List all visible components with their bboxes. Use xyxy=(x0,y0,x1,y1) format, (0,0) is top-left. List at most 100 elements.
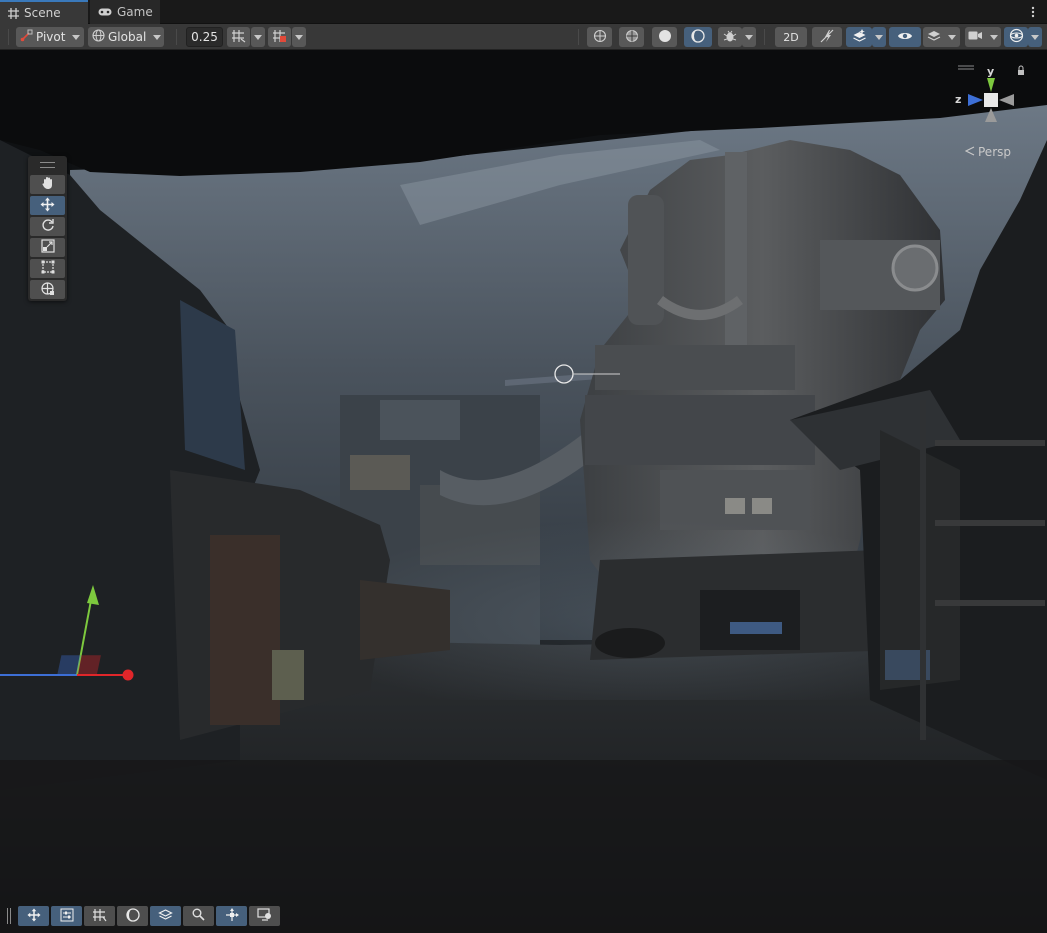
grid-hash-icon xyxy=(8,7,19,19)
light-off-icon xyxy=(820,29,834,46)
camera-overlay-button[interactable] xyxy=(249,906,280,926)
shaded-wireframe-sphere-icon xyxy=(625,29,639,46)
increment-snap-dropdown[interactable] xyxy=(292,27,306,47)
scene-render xyxy=(0,50,1047,933)
scene-fx-dropdown[interactable] xyxy=(872,27,886,47)
tab-game[interactable]: Game xyxy=(90,0,160,24)
pivot-dropdown[interactable]: Pivot xyxy=(16,27,84,47)
grid-snap-icon xyxy=(231,29,246,46)
video-camera-icon xyxy=(968,30,983,44)
global-dropdown[interactable]: Global xyxy=(88,27,164,47)
rect-tool-button[interactable] xyxy=(30,259,65,278)
chevron-down-icon xyxy=(875,34,883,40)
gizmo-orbit-icon xyxy=(1009,28,1024,46)
lighting-toggle[interactable] xyxy=(812,27,842,47)
toolbar-separator xyxy=(578,29,579,45)
chevron-down-icon xyxy=(295,34,303,40)
move-tool-button[interactable] xyxy=(30,196,65,215)
toggle-2d-label: 2D xyxy=(783,30,799,44)
hand-tool-button[interactable] xyxy=(30,175,65,194)
search-icon xyxy=(192,908,205,924)
shaded-button[interactable] xyxy=(652,27,677,47)
gamepad-icon xyxy=(98,7,112,17)
chevron-down-icon xyxy=(153,34,162,40)
scene-fx-toggle[interactable] xyxy=(846,27,872,47)
search-overlay-button[interactable] xyxy=(183,906,214,926)
scene-viewport[interactable]: y z Persp xyxy=(0,50,1047,933)
eye-icon xyxy=(897,30,913,45)
shaded-sphere-icon xyxy=(658,29,672,46)
rect-transform-icon xyxy=(41,260,55,277)
toggle-2d-button[interactable]: 2D xyxy=(775,27,807,47)
chevron-down-icon xyxy=(1031,34,1039,40)
lighting-overlay-button[interactable] xyxy=(117,906,148,926)
camera-monitor-icon xyxy=(257,908,272,924)
bottom-overlay-toolbar xyxy=(7,905,283,927)
pivot-icon xyxy=(20,29,33,45)
persp-label: Persp xyxy=(978,145,1011,159)
scale-icon xyxy=(40,239,55,256)
lighting-sphere-icon xyxy=(125,907,140,925)
grid-and-snap-button[interactable] xyxy=(84,906,115,926)
editor-tab-bar: Scene Game xyxy=(0,0,1047,24)
tool-settings-button[interactable] xyxy=(51,906,82,926)
move-arrows-icon xyxy=(26,907,41,925)
tools-overlay xyxy=(28,156,67,301)
chevron-down-icon xyxy=(745,34,753,40)
scale-tool-button[interactable] xyxy=(30,238,65,257)
debug-draw-mode-button[interactable] xyxy=(718,27,742,47)
view-options-button[interactable] xyxy=(18,906,49,926)
tab-game-label: Game xyxy=(117,5,153,19)
wireframe-sphere-icon xyxy=(593,29,607,46)
sliders-panel-icon xyxy=(60,908,74,925)
move-arrows-icon xyxy=(40,197,55,215)
shaded-wireframe-button[interactable] xyxy=(619,27,644,47)
overlay-grip[interactable] xyxy=(7,908,11,924)
bug-icon xyxy=(723,29,737,46)
scene-toolbar: Pivot Global 0.25 2D xyxy=(0,24,1047,50)
scene-visibility-toggle[interactable] xyxy=(889,27,921,47)
gizmos-dropdown[interactable] xyxy=(1028,27,1042,47)
gizmos-toggle[interactable] xyxy=(1004,27,1028,47)
layers-icon xyxy=(158,908,173,925)
chevron-down-icon xyxy=(254,34,262,40)
grid-snap-dropdown[interactable] xyxy=(251,27,265,47)
increment-snap-icon xyxy=(272,29,287,46)
layers-icon xyxy=(927,30,941,45)
projection-toggle[interactable]: Persp xyxy=(964,145,1011,159)
toolbar-separator xyxy=(764,29,765,45)
rotate-icon xyxy=(41,218,55,235)
scene-camera-dropdown[interactable] xyxy=(965,27,1001,47)
axis-gizmo-icon xyxy=(225,907,239,925)
gizmo-y-label: y xyxy=(987,65,995,78)
orientation-gizmo[interactable]: y z xyxy=(950,64,1030,149)
grid-snap-toggle[interactable] xyxy=(227,27,250,47)
snap-increment-input[interactable]: 0.25 xyxy=(186,27,223,47)
global-label: Global xyxy=(108,30,147,44)
chevron-down-icon xyxy=(72,34,81,40)
snap-value: 0.25 xyxy=(191,30,218,44)
pivot-label: Pivot xyxy=(36,30,66,44)
lighting-sphere-icon xyxy=(691,28,705,46)
orientation-overlay-button[interactable] xyxy=(216,906,247,926)
layers-effects-icon xyxy=(852,28,867,46)
tab-scene[interactable]: Scene xyxy=(0,0,88,24)
debug-draw-dropdown[interactable] xyxy=(742,27,756,47)
rotate-tool-button[interactable] xyxy=(30,217,65,236)
layers-dropdown[interactable] xyxy=(923,27,960,47)
toolbar-separator xyxy=(176,29,177,45)
more-options-icon[interactable] xyxy=(1025,4,1041,20)
tab-scene-label: Scene xyxy=(24,6,61,20)
transform-tool-button[interactable] xyxy=(30,280,65,299)
transform-all-icon xyxy=(40,281,55,299)
hand-icon xyxy=(41,176,55,193)
overlay-grip[interactable] xyxy=(40,162,55,168)
toolbar-grip xyxy=(8,29,9,45)
layers-overlay-button[interactable] xyxy=(150,906,181,926)
gizmo-z-label: z xyxy=(955,93,962,106)
wireframe-shading-button[interactable] xyxy=(587,27,612,47)
grid-icon xyxy=(92,908,107,925)
lit-shading-button[interactable] xyxy=(684,27,712,47)
increment-snap-toggle[interactable] xyxy=(268,27,291,47)
chevron-down-icon xyxy=(989,34,998,40)
